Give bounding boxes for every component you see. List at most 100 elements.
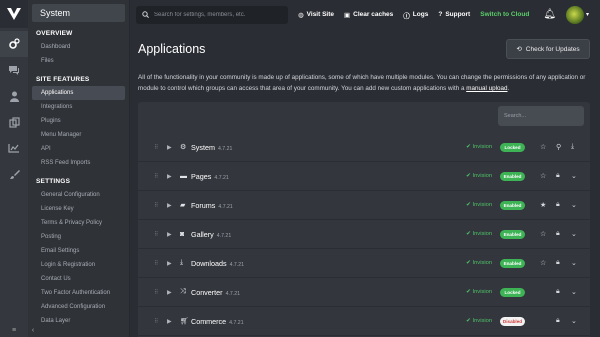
- global-search[interactable]: [136, 5, 288, 24]
- lock-icon[interactable]: 🔒︎: [556, 288, 560, 296]
- clear-caches-link[interactable]: ▣ Clear caches: [344, 11, 393, 19]
- support-link[interactable]: ? Support: [438, 11, 470, 18]
- sidebar-item-login-registration[interactable]: Login & Registration: [32, 258, 125, 272]
- chevron-down-icon[interactable]: ⌄: [571, 172, 577, 180]
- table-row: ⠿ ▶ ⚙ System 4.7.21 ✔ Invision Locked ☆ ⚲…: [138, 133, 590, 162]
- star-icon[interactable]: ☆: [540, 143, 546, 151]
- search-icon: [142, 11, 149, 18]
- camera-icon: ◙: [180, 230, 185, 238]
- sidebar-item-rss-feed-imports[interactable]: RSS Feed Imports: [32, 156, 125, 170]
- chevron-down-icon[interactable]: ⌄: [571, 317, 577, 325]
- customization-nav[interactable]: [0, 161, 28, 187]
- sidebar-section-heading: SETTINGS: [36, 178, 71, 185]
- expand-arrow-icon[interactable]: ▶: [167, 202, 172, 209]
- manual-upload-link[interactable]: manual upload: [466, 85, 507, 92]
- star-icon[interactable]: ☆: [540, 172, 546, 180]
- app-author: ✔ Invision: [466, 318, 493, 324]
- app-author: ✔ Invision: [466, 144, 493, 150]
- chevron-down-icon[interactable]: ⌄: [571, 259, 577, 267]
- menu-toggle[interactable]: ≡: [0, 323, 28, 337]
- lock-icon[interactable]: 🔒︎: [556, 230, 560, 238]
- status-badge: Enabled: [500, 258, 525, 268]
- app-version: 4.7.21: [229, 261, 244, 268]
- app-version: 4.7.21: [217, 145, 233, 152]
- drag-handle-icon[interactable]: ⠿: [154, 289, 158, 296]
- chevron-down-icon[interactable]: ⌄: [571, 288, 577, 296]
- stats-nav[interactable]: [0, 135, 28, 161]
- sidebar-item-license-key[interactable]: License Key: [32, 202, 125, 216]
- expand-arrow-icon[interactable]: ▶: [167, 144, 172, 151]
- expand-arrow-icon[interactable]: ▶: [167, 260, 172, 267]
- app-author: ✔ Invision: [466, 202, 493, 208]
- status-badge: Enabled: [500, 229, 525, 239]
- copy-icon: [8, 116, 20, 128]
- header: ◍Visit Site ▣Clear caches ⓘLogs ?Support…: [130, 0, 600, 29]
- avatar[interactable]: [566, 5, 585, 24]
- sidebar-item-data-layer[interactable]: Data Layer: [32, 314, 125, 328]
- drag-handle-icon[interactable]: ⠿: [154, 144, 158, 151]
- sidebar-item-menu-manager[interactable]: Menu Manager: [32, 128, 125, 142]
- chevron-left-icon: ‹: [31, 326, 35, 334]
- logs-link[interactable]: ⓘ Logs: [403, 10, 428, 20]
- trash-icon: ▣: [344, 11, 351, 19]
- download-icon[interactable]: ⤓: [571, 143, 574, 151]
- sidebar: System OVERVIEW Dashboard Files SITE FEA…: [28, 0, 130, 337]
- app-version: 4.7.21: [214, 174, 229, 181]
- lock-icon[interactable]: 🔒︎: [556, 172, 560, 180]
- sidebar-item-applications[interactable]: Applications: [32, 86, 125, 100]
- gears-icon: ⚙: [180, 144, 187, 151]
- sidebar-item-two-factor[interactable]: Two Factor Authentication: [32, 286, 125, 300]
- content-nav[interactable]: [0, 109, 28, 135]
- lock-icon[interactable]: 🔒︎: [556, 317, 560, 325]
- drag-handle-icon[interactable]: ⠿: [154, 260, 158, 267]
- sidebar-item-email-settings[interactable]: Email Settings: [32, 244, 125, 258]
- sidebar-item-contact-us[interactable]: Contact Us: [32, 272, 125, 286]
- members-nav[interactable]: [0, 83, 28, 109]
- lock-icon[interactable]: 🔒︎: [556, 201, 560, 209]
- user-icon: [9, 91, 19, 102]
- sidebar-item-plugins[interactable]: Plugins: [32, 114, 125, 128]
- chevron-down-icon[interactable]: ⌄: [571, 201, 577, 209]
- sidebar-item-api[interactable]: API: [32, 142, 125, 156]
- sidebar-item-terms-privacy[interactable]: Terms & Privacy Policy: [32, 216, 125, 230]
- sidebar-item-integrations[interactable]: Integrations: [32, 100, 125, 114]
- star-icon[interactable]: ☆: [540, 230, 546, 238]
- chevron-down-icon[interactable]: ⌄: [571, 230, 577, 238]
- page-description: All of the functionality in your communi…: [138, 74, 586, 92]
- logo[interactable]: [0, 0, 28, 28]
- expand-arrow-icon[interactable]: ▶: [167, 231, 172, 238]
- search-icon[interactable]: ⚲: [556, 143, 561, 151]
- chevron-down-icon[interactable]: ▾: [586, 11, 589, 18]
- drag-handle-icon[interactable]: ⠿: [154, 202, 158, 209]
- visit-site-link[interactable]: ◍ Visit Site: [298, 11, 334, 19]
- expand-arrow-icon[interactable]: ▶: [167, 318, 172, 325]
- drag-handle-icon[interactable]: ⠿: [154, 318, 158, 325]
- hamburger-icon: ≡: [11, 326, 17, 334]
- notifications-bell-icon[interactable]: 🔔︎: [543, 9, 556, 20]
- star-filled-icon[interactable]: ★: [540, 201, 546, 209]
- table-row: ⠿ ▶ ⤨ Converter 4.7.21 ✔ Invision Locked …: [138, 278, 590, 307]
- expand-arrow-icon[interactable]: ▶: [167, 173, 172, 180]
- sidebar-item-general-configuration[interactable]: General Configuration: [32, 188, 125, 202]
- app-name: System 4.7.21: [191, 142, 233, 152]
- lock-icon[interactable]: 🔒︎: [556, 259, 560, 267]
- drag-handle-icon[interactable]: ⠿: [154, 231, 158, 238]
- sidebar-collapse-button[interactable]: ‹: [28, 323, 38, 337]
- sidebar-item-files[interactable]: Files: [32, 54, 125, 68]
- help-icon: ?: [438, 11, 443, 18]
- sidebar-item-dashboard[interactable]: Dashboard: [32, 40, 125, 54]
- switch-to-cloud-link[interactable]: Switch to Cloud: [480, 11, 529, 18]
- system-nav[interactable]: [0, 31, 28, 57]
- check-for-updates-button[interactable]: ⟲ Check for Updates: [506, 39, 590, 59]
- drag-handle-icon[interactable]: ⠿: [154, 173, 158, 180]
- expand-arrow-icon[interactable]: ▶: [167, 289, 172, 296]
- status-badge: Enabled: [500, 171, 525, 181]
- sidebar-item-advanced-configuration[interactable]: Advanced Configuration: [32, 300, 125, 314]
- sidebar-item-posting[interactable]: Posting: [32, 230, 125, 244]
- search-input[interactable]: [154, 11, 284, 18]
- panel-search-input[interactable]: [504, 113, 578, 119]
- star-icon[interactable]: ☆: [540, 259, 546, 267]
- community-nav[interactable]: [0, 57, 28, 83]
- panel-search[interactable]: [498, 106, 584, 126]
- app-name: Pages 4.7.21: [191, 171, 229, 181]
